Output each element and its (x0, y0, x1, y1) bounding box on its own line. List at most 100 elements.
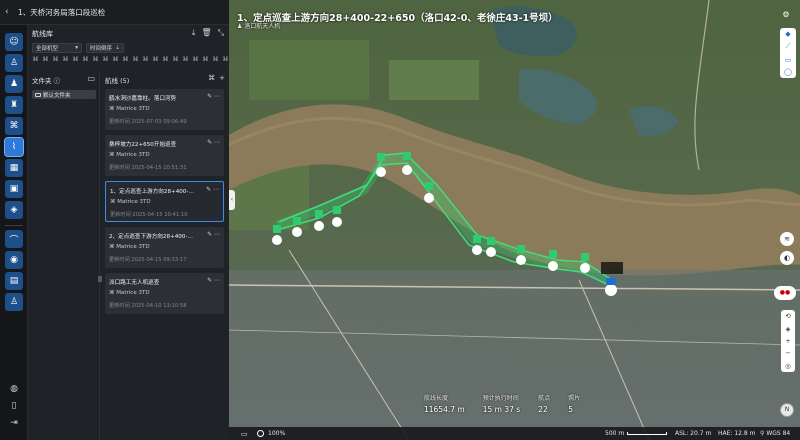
drone-type-icon[interactable]: ⌘ (132, 56, 139, 63)
stat-route-length: 航线长度 11654.7 m (424, 393, 465, 414)
page-title: 1、天桥河务局落口段巡检 (18, 8, 106, 17)
route-drone-text: Matrice 3TD (116, 244, 150, 250)
delete-icon[interactable]: 🗑︎ (201, 28, 211, 38)
route-drone-text: Matrice 3TD (116, 290, 150, 296)
drone-type-icon[interactable]: ⌘ (72, 56, 79, 63)
drone-type-icon[interactable]: ⌘ (82, 56, 89, 63)
marker-icon[interactable]: ◆ (785, 30, 790, 38)
drone-type-icon[interactable]: ⌘ (172, 56, 179, 63)
farmland (249, 40, 369, 100)
drone-type-icon[interactable]: ⌘ (102, 56, 109, 63)
folder-item-default[interactable]: 默认文件夹 (32, 90, 96, 99)
keyboard-icon[interactable]: ▭ (241, 430, 248, 438)
route-actions[interactable]: ✎ ⋯ (207, 277, 220, 284)
route-name: 桑梓坡力22+650开始巡查 (109, 142, 177, 148)
gear-icon[interactable]: ⚙ (780, 10, 792, 21)
layers-icon[interactable]: ≋ (780, 232, 794, 246)
terrain-icon[interactable]: ◐ (780, 251, 794, 265)
route-list-pane: 航线 (5) ⌘ + 鹤水洞沙嘉靠柱。落口河势 ✎ ⋯ ⌘ Matrice 3T… (100, 71, 229, 440)
route-drone-text: Matrice 3TD (116, 106, 150, 112)
import-icon[interactable]: ⌘ (208, 74, 215, 82)
model-filter-select[interactable]: 全部机型 ▾ (32, 43, 82, 53)
map-status-bar: ▭ 100% 500 m ASL: 20.7 m HAE: 12.8 m ⚲ W… (229, 427, 800, 440)
collapse-icon[interactable]: ⤡ (218, 28, 224, 38)
info-icon[interactable]: ⓘ (54, 77, 61, 85)
user-icon[interactable]: ♙ (5, 54, 23, 72)
alert-icon[interactable]: ◉ (5, 251, 23, 269)
route-actions[interactable]: ✎ ⋯ (207, 231, 220, 238)
drone-type-icon[interactable]: ⌘ (162, 56, 169, 63)
zoom-indicator: 100% (257, 430, 285, 437)
route-card[interactable]: 桑梓坡力22+650开始巡查 ✎ ⋯ ⌘ Matrice 3TD 更新时间 20… (105, 135, 224, 176)
person-device-icon[interactable]: ♙ (5, 293, 23, 311)
route-card[interactable]: 鹤水洞沙嘉靠柱。落口河势 ✎ ⋯ ⌘ Matrice 3TD 更新时间 2025… (105, 89, 224, 130)
document-icon[interactable]: ▯ (5, 397, 23, 415)
tilt-icon[interactable]: ⟲ (785, 312, 790, 320)
analytics-icon[interactable]: ⌒ (5, 230, 23, 248)
route-updated-time: 更新时间 2025-04-15 09:33:17 (109, 257, 187, 263)
scale-line (627, 432, 668, 435)
route-dock-name-text: 洛口航天人机 (244, 23, 281, 30)
globe-icon[interactable]: ◍ (5, 380, 23, 398)
drone-type-icon[interactable]: ⌘ (62, 56, 69, 63)
layer-icon[interactable]: ◈ (786, 325, 791, 333)
drone-type-icon[interactable]: ⌘ (142, 56, 149, 63)
route-stats: 航线长度 11654.7 m 预计执行时间 15 m 37 s 航点 22 照片… (424, 393, 580, 414)
drone-type-icon[interactable]: ⌘ (42, 56, 49, 63)
route-card[interactable]: 2、定点巡查下游方向28+400-… ✎ ⋯ ⌘ Matrice 3TD 更新时… (105, 227, 224, 268)
drone-type-icon[interactable]: ⌘ (222, 56, 229, 63)
satellite-map[interactable]: 1、定点巡查上游方向28+400-22+650（洛口42-0、老徐庄43-1号坝… (229, 0, 800, 440)
compass-icon[interactable]: N (780, 403, 794, 417)
line-tool-icon[interactable]: ⟋ (786, 42, 791, 51)
media-icon[interactable]: ▣ (5, 180, 23, 198)
route-actions[interactable]: ✎ ⋯ (206, 186, 219, 193)
panel-collapse-toggle[interactable]: ‹ (229, 190, 235, 210)
circle-tool-icon[interactable]: ◯ (784, 68, 792, 76)
scene-icon[interactable]: ⌘ (5, 117, 23, 135)
route-icon[interactable]: ⌇ (4, 137, 24, 157)
ai-toggle[interactable]: ●● (774, 286, 796, 300)
group-icon[interactable]: ♜ (5, 96, 23, 114)
drone-type-icon[interactable]: ⌘ (52, 56, 59, 63)
rect-tool-icon[interactable]: ▭ (785, 56, 792, 64)
route-name: 2、定点巡查下游方向28+400-… (109, 234, 193, 240)
model-icon[interactable]: ◈ (5, 201, 23, 219)
top-bar: ‹ 1、天桥河务局落口段巡检 (0, 0, 229, 25)
drone-type-icon[interactable]: ⌘ (112, 56, 119, 63)
route-library-panel: 航线库 ⤓ 🗑︎ ⤡ 全部机型 ▾ 时间倒序 ⇣ ⌘ ⌘ ⌘ ⌘ ⌘ ⌘ ⌘ ⌘… (28, 25, 229, 440)
drone-type-icon[interactable]: ⌘ (32, 56, 39, 63)
sort-select[interactable]: 时间倒序 ⇣ (86, 43, 124, 53)
route-actions[interactable]: ✎ ⋯ (207, 139, 220, 146)
drone-type-icon[interactable]: ⌘ (182, 56, 189, 63)
route-list-title: 航线 (5) (105, 77, 130, 85)
locate-icon[interactable]: ◎ (785, 362, 791, 370)
back-arrow-icon[interactable]: ‹ (5, 7, 9, 17)
route-updated-time: 更新时间 2025-04-15 10:41:10 (110, 212, 188, 218)
add-folder-icon[interactable]: ▭ (87, 74, 95, 83)
task-icon[interactable]: ▦ (5, 159, 23, 177)
zoom-out-icon[interactable]: − (785, 349, 790, 357)
hae-readout: HAE: 12.8 m (718, 430, 756, 437)
report-icon[interactable]: ▤ (5, 272, 23, 290)
stat-photos: 照片 5 (568, 393, 580, 414)
drone-type-icon[interactable]: ⌘ (212, 56, 219, 63)
route-drone-text: Matrice 3TD (116, 152, 150, 158)
download-icon[interactable]: ⤓ (192, 28, 196, 38)
drone-type-icon[interactable]: ⌘ (202, 56, 209, 63)
zoom-in-icon[interactable]: + (785, 337, 790, 345)
map-right-controls: ≋ ◐ (778, 232, 796, 265)
drone-type-icon[interactable]: ⌘ (192, 56, 199, 63)
drone-type-icon[interactable]: ⌘ (122, 56, 129, 63)
team-icon[interactable]: ☺ (5, 33, 23, 51)
drone-type-icon[interactable]: ⌘ (152, 56, 159, 63)
route-card[interactable]: 派口路工无人机巡查 ✎ ⋯ ⌘ Matrice 3TD 更新时间 2025-04… (105, 273, 224, 314)
sort-arrow-icon: ⇣ (115, 45, 120, 51)
route-card-selected[interactable]: 1、定点巡查上游方向28+400-… ✎ ⋯ ⌘ Matrice 3TD 更新时… (105, 181, 224, 222)
route-actions[interactable]: ✎ ⋯ (207, 93, 220, 100)
logout-icon[interactable]: ⇥ (5, 414, 23, 432)
add-route-icon[interactable]: + (219, 74, 225, 82)
drone-type-icon[interactable]: ⌘ (92, 56, 99, 63)
route-title: 1、定点巡查上游方向28+400-22+650（洛口42-0、老徐庄43-1号坝… (237, 13, 558, 24)
stat-value: 11654.7 m (424, 405, 465, 414)
person-icon[interactable]: ♟ (5, 75, 23, 93)
